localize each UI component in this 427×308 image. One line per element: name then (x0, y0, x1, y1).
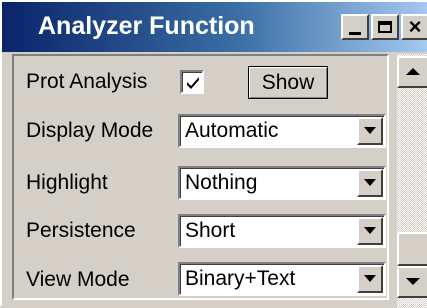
close-icon: × (408, 14, 422, 39)
maximize-button[interactable] (371, 14, 399, 40)
highlight-value: Nothing (185, 171, 258, 194)
highlight-label: Highlight (26, 171, 108, 194)
persistence-label: Persistence (26, 219, 136, 242)
analyzer-function-window: Analyzer Function × Prot Analysis Show D… (0, 0, 427, 308)
persistence-select[interactable]: Short (178, 214, 386, 248)
minimize-button[interactable] (341, 14, 369, 40)
chevron-down-icon (364, 275, 376, 282)
display-mode-dropdown-button[interactable] (357, 117, 383, 145)
window-title: Analyzer Function (38, 12, 255, 40)
display-mode-value: Automatic (185, 119, 279, 142)
scroll-thumb[interactable] (397, 232, 427, 266)
maximize-icon (378, 21, 392, 33)
chevron-down-icon (364, 179, 376, 186)
vertical-scrollbar[interactable] (397, 54, 427, 308)
view-mode-select[interactable]: Binary+Text (178, 262, 386, 296)
view-mode-value: Binary+Text (185, 267, 296, 290)
prot-analysis-checkbox[interactable] (180, 70, 204, 94)
checkmark-icon (187, 77, 199, 89)
prot-analysis-label: Prot Analysis (26, 70, 148, 93)
display-mode-select[interactable]: Automatic (178, 114, 386, 148)
title-bar[interactable]: Analyzer Function × (2, 2, 427, 52)
arrow-up-icon (406, 68, 420, 75)
chevron-down-icon (364, 227, 376, 234)
scroll-up-button[interactable] (397, 56, 427, 88)
persistence-dropdown-button[interactable] (357, 217, 383, 245)
highlight-dropdown-button[interactable] (357, 169, 383, 197)
close-button[interactable]: × (401, 14, 427, 40)
minimize-icon (349, 31, 361, 35)
persistence-value: Short (185, 219, 236, 242)
arrow-down-icon (406, 278, 420, 285)
display-mode-label: Display Mode (26, 119, 154, 142)
highlight-select[interactable]: Nothing (178, 166, 386, 200)
chevron-down-icon (364, 127, 376, 134)
view-mode-dropdown-button[interactable] (357, 265, 383, 293)
show-button[interactable]: Show (248, 66, 328, 99)
view-mode-label: View Mode (26, 268, 130, 291)
scroll-down-button[interactable] (397, 266, 427, 298)
